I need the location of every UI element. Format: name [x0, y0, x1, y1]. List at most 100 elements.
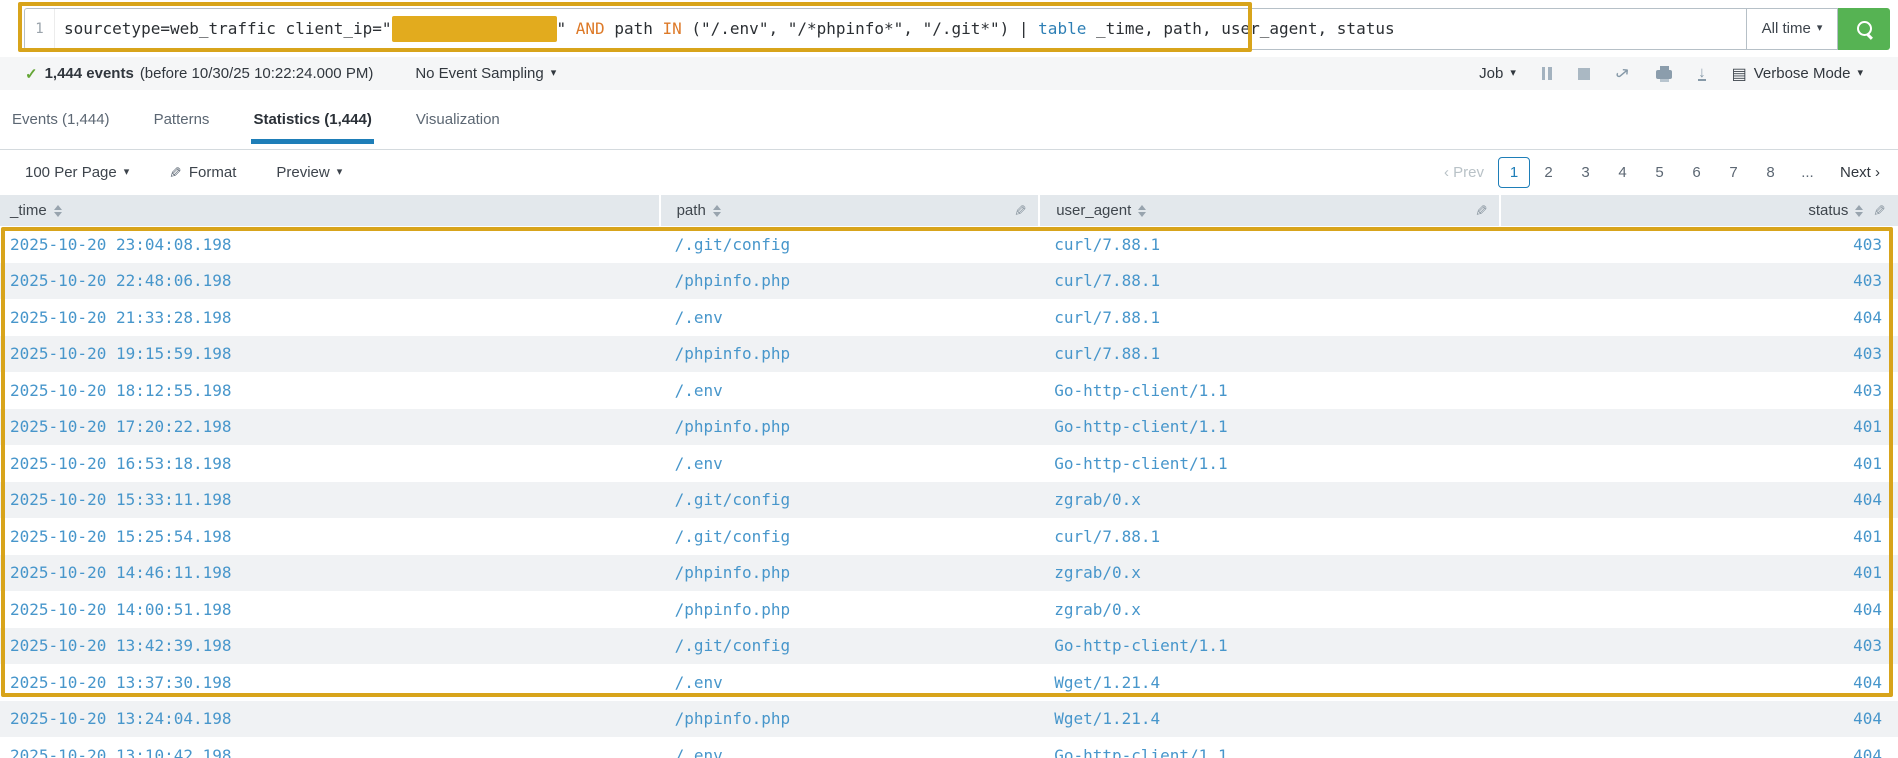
page-number[interactable]: 1 — [1498, 157, 1530, 188]
job-menu[interactable]: Job ▾ — [1479, 65, 1516, 82]
share-job-button[interactable]: ↪ — [1616, 64, 1630, 84]
page-number[interactable]: 8 — [1752, 158, 1789, 187]
table-cell[interactable]: 2025-10-20 14:46:11.198 — [0, 563, 659, 582]
table-cell[interactable]: 401 — [1499, 527, 1898, 546]
table-cell[interactable]: /phpinfo.php — [659, 344, 1039, 363]
table-cell[interactable]: /phpinfo.php — [659, 271, 1039, 290]
table-row[interactable]: 2025-10-20 14:46:11.198/phpinfo.phpzgrab… — [0, 555, 1898, 592]
time-range-picker[interactable]: All time ▾ — [1746, 8, 1838, 50]
table-cell[interactable]: 2025-10-20 13:10:42.198 — [0, 746, 659, 758]
search-input[interactable]: 1 sourcetype=web_traffic client_ip="" AN… — [24, 8, 1746, 50]
table-cell[interactable]: Go-http-client/1.1 — [1038, 454, 1499, 473]
edit-column-icon[interactable]: ✎ — [1475, 202, 1488, 220]
page-number[interactable]: 5 — [1641, 158, 1678, 187]
table-cell[interactable]: curl/7.88.1 — [1038, 271, 1499, 290]
pause-job-button[interactable] — [1542, 67, 1552, 80]
table-cell[interactable]: /phpinfo.php — [659, 600, 1039, 619]
table-row[interactable]: 2025-10-20 13:37:30.198/.envWget/1.21.44… — [0, 664, 1898, 701]
tab-visualization[interactable]: Visualization — [414, 90, 502, 149]
table-cell[interactable]: curl/7.88.1 — [1038, 308, 1499, 327]
table-cell[interactable]: 2025-10-20 21:33:28.198 — [0, 308, 659, 327]
page-number[interactable]: ... — [1789, 158, 1826, 187]
table-cell[interactable]: 401 — [1499, 454, 1898, 473]
page-number[interactable]: 3 — [1567, 158, 1604, 187]
table-cell[interactable]: 403 — [1499, 271, 1898, 290]
table-cell[interactable]: 404 — [1499, 709, 1898, 728]
table-cell[interactable]: 2025-10-20 19:15:59.198 — [0, 344, 659, 363]
table-cell[interactable]: Go-http-client/1.1 — [1038, 381, 1499, 400]
page-number[interactable]: 2 — [1530, 158, 1567, 187]
column-header-status[interactable]: status ✎ — [1499, 195, 1898, 226]
table-cell[interactable]: 2025-10-20 13:37:30.198 — [0, 673, 659, 692]
event-sampling-menu[interactable]: No Event Sampling ▾ — [415, 65, 556, 82]
table-row[interactable]: 2025-10-20 15:33:11.198/.git/configzgrab… — [0, 482, 1898, 519]
column-header-user-agent[interactable]: user_agent ✎ — [1038, 195, 1499, 226]
table-row[interactable]: 2025-10-20 22:48:06.198/phpinfo.phpcurl/… — [0, 263, 1898, 300]
table-cell[interactable]: /phpinfo.php — [659, 417, 1039, 436]
search-button[interactable] — [1838, 8, 1890, 50]
table-cell[interactable]: 2025-10-20 14:00:51.198 — [0, 600, 659, 619]
tab-patterns[interactable]: Patterns — [152, 90, 212, 149]
edit-column-icon[interactable]: ✎ — [1873, 202, 1886, 220]
table-row[interactable]: 2025-10-20 18:12:55.198/.envGo-http-clie… — [0, 372, 1898, 409]
table-row[interactable]: 2025-10-20 13:24:04.198/phpinfo.phpWget/… — [0, 701, 1898, 738]
table-cell[interactable]: /.git/config — [659, 636, 1039, 655]
table-cell[interactable]: /.env — [659, 381, 1039, 400]
column-header-path[interactable]: path ✎ — [659, 195, 1039, 226]
table-cell[interactable]: 2025-10-20 22:48:06.198 — [0, 271, 659, 290]
tab-events[interactable]: Events (1,444) — [10, 90, 112, 149]
export-button[interactable]: ↓ — [1698, 66, 1706, 81]
table-cell[interactable]: 2025-10-20 16:53:18.198 — [0, 454, 659, 473]
preview-menu[interactable]: Preview ▾ — [276, 164, 342, 181]
table-cell[interactable]: zgrab/0.x — [1038, 600, 1499, 619]
table-row[interactable]: 2025-10-20 16:53:18.198/.envGo-http-clie… — [0, 445, 1898, 482]
page-number[interactable]: 6 — [1678, 158, 1715, 187]
table-cell[interactable]: 404 — [1499, 746, 1898, 758]
table-cell[interactable]: 403 — [1499, 381, 1898, 400]
table-cell[interactable]: /.git/config — [659, 527, 1039, 546]
search-mode-selector[interactable]: ▤ Verbose Mode ▾ — [1732, 64, 1863, 84]
table-row[interactable]: 2025-10-20 23:04:08.198/.git/configcurl/… — [0, 226, 1898, 263]
table-cell[interactable]: /.env — [659, 746, 1039, 758]
table-cell[interactable]: 2025-10-20 15:33:11.198 — [0, 490, 659, 509]
table-cell[interactable]: 404 — [1499, 308, 1898, 327]
table-cell[interactable]: Wget/1.21.4 — [1038, 673, 1499, 692]
table-cell[interactable]: 403 — [1499, 344, 1898, 363]
table-row[interactable]: 2025-10-20 13:42:39.198/.git/configGo-ht… — [0, 628, 1898, 665]
table-cell[interactable]: Go-http-client/1.1 — [1038, 636, 1499, 655]
print-button[interactable] — [1656, 68, 1672, 79]
table-cell[interactable]: 2025-10-20 23:04:08.198 — [0, 235, 659, 254]
table-row[interactable]: 2025-10-20 15:25:54.198/.git/configcurl/… — [0, 518, 1898, 555]
table-row[interactable]: 2025-10-20 19:15:59.198/phpinfo.phpcurl/… — [0, 336, 1898, 373]
tab-statistics[interactable]: Statistics (1,444) — [251, 90, 373, 149]
table-cell[interactable]: 2025-10-20 18:12:55.198 — [0, 381, 659, 400]
table-row[interactable]: 2025-10-20 21:33:28.198/.envcurl/7.88.14… — [0, 299, 1898, 336]
per-page-menu[interactable]: 100 Per Page ▾ — [25, 164, 129, 181]
table-row[interactable]: 2025-10-20 14:00:51.198/phpinfo.phpzgrab… — [0, 591, 1898, 628]
table-cell[interactable]: 404 — [1499, 673, 1898, 692]
table-cell[interactable]: curl/7.88.1 — [1038, 344, 1499, 363]
table-cell[interactable]: 403 — [1499, 636, 1898, 655]
table-cell[interactable]: 401 — [1499, 417, 1898, 436]
page-number[interactable]: 7 — [1715, 158, 1752, 187]
table-cell[interactable]: /.git/config — [659, 235, 1039, 254]
edit-column-icon[interactable]: ✎ — [1014, 202, 1027, 220]
stop-job-button[interactable] — [1578, 68, 1590, 80]
next-page-button[interactable]: Next › — [1840, 164, 1880, 181]
table-cell[interactable]: 403 — [1499, 235, 1898, 254]
table-cell[interactable]: /.env — [659, 308, 1039, 327]
spl-query[interactable]: sourcetype=web_traffic client_ip="" AND … — [55, 16, 1395, 42]
table-cell[interactable]: zgrab/0.x — [1038, 563, 1499, 582]
table-cell[interactable]: 404 — [1499, 490, 1898, 509]
table-cell[interactable]: /.git/config — [659, 490, 1039, 509]
table-cell[interactable]: 2025-10-20 13:24:04.198 — [0, 709, 659, 728]
table-cell[interactable]: /.env — [659, 454, 1039, 473]
table-cell[interactable]: 2025-10-20 17:20:22.198 — [0, 417, 659, 436]
table-row[interactable]: 2025-10-20 13:10:42.198/.envGo-http-clie… — [0, 737, 1898, 758]
page-number[interactable]: 4 — [1604, 158, 1641, 187]
table-cell[interactable]: 2025-10-20 13:42:39.198 — [0, 636, 659, 655]
table-cell[interactable]: /.env — [659, 673, 1039, 692]
table-cell[interactable]: 401 — [1499, 563, 1898, 582]
prev-page-button[interactable]: ‹ Prev — [1444, 164, 1484, 181]
table-cell[interactable]: /phpinfo.php — [659, 709, 1039, 728]
